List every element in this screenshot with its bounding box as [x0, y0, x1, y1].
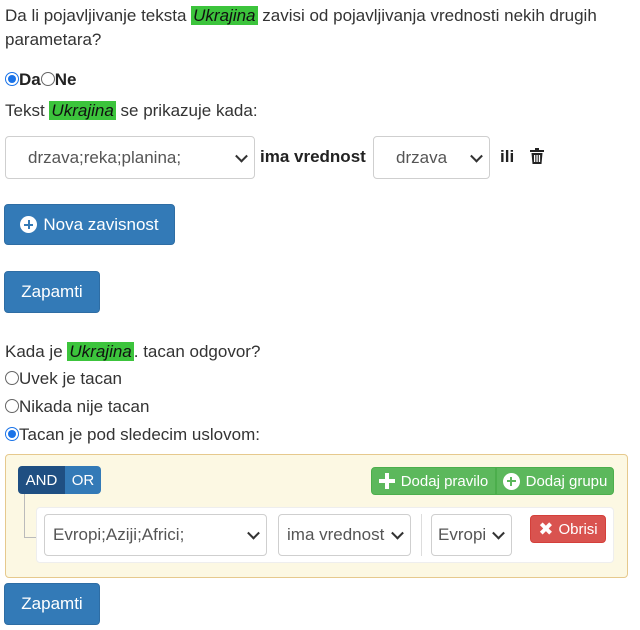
param-select[interactable]: drzava;reka;planina; [5, 136, 255, 179]
option-conditional[interactable]: Tacan je pod sledecim uslovom: [5, 423, 260, 447]
radio-da[interactable] [5, 72, 19, 86]
rule-value-select[interactable]: Evropi [431, 514, 512, 556]
save-button-label: Zapamti [21, 282, 83, 301]
trash-icon[interactable] [530, 148, 544, 164]
new-dependency-button[interactable]: Nova zavisnost [4, 204, 175, 245]
chevron-down-icon [247, 526, 260, 540]
save-button[interactable]: Zapamti [4, 271, 100, 313]
shown-when-suffix: se prikazuje kada: [120, 101, 258, 120]
value-select[interactable]: drzava [373, 136, 490, 179]
radio-da-label: Da [19, 70, 41, 89]
radio-always-true[interactable] [5, 371, 19, 385]
option-never-true[interactable]: Nikada nije tacan [5, 395, 149, 419]
delete-rule-label: Obrisi [558, 520, 598, 538]
question-intro: Da li pojavljivanje teksta [5, 6, 187, 25]
close-icon: ✖ [538, 518, 554, 539]
plus-circle-icon [502, 472, 520, 490]
save-button-conditions-label: Zapamti [21, 594, 83, 613]
rule-divider [421, 514, 422, 556]
plus-circle-icon [20, 216, 38, 233]
chevron-down-icon [235, 149, 248, 163]
question-rest: zavisi od pojavljivanja vrednosti nekih … [262, 6, 597, 25]
chevron-down-icon [391, 526, 404, 540]
has-value-label: ima vrednost [260, 147, 366, 166]
rule-field-value: Evropi;Aziji;Africi; [53, 525, 185, 544]
radio-ne[interactable] [40, 72, 55, 86]
correct-answer-prefix: Kada je [5, 342, 63, 361]
plus-icon [378, 473, 395, 489]
radio-conditional[interactable] [5, 427, 19, 441]
value-select-value: drzava [396, 147, 448, 167]
shown-when-prefix: Tekst [5, 101, 45, 120]
option-always-true[interactable]: Uvek je tacan [5, 367, 122, 391]
radio-never-true[interactable] [5, 399, 19, 413]
add-group-button[interactable]: Dodaj grupu [496, 467, 614, 495]
question-highlight: Ukrajina [191, 6, 258, 25]
or-label: ili [500, 147, 515, 166]
correct-answer-question: Kada je Ukrajina. tacan odgovor? [5, 340, 260, 364]
or-toggle[interactable]: OR [65, 466, 101, 494]
rule-operator-value: ima vrednost [287, 525, 385, 544]
add-rule-button[interactable]: Dodaj pravilo [371, 467, 496, 495]
delete-rule-button[interactable]: ✖ Obrisi [530, 515, 606, 543]
correct-answer-highlight: Ukrajina [67, 342, 134, 361]
and-toggle[interactable]: AND [18, 466, 65, 494]
option-conditional-label: Tacan je pod sledecim uslovom: [19, 425, 260, 444]
add-rule-label: Dodaj pravilo [400, 472, 489, 490]
radio-ne-label: Ne [54, 70, 77, 89]
shown-when-highlight: Ukrajina [49, 101, 116, 120]
shown-when-label: Tekst Ukrajina se prikazuje kada: [5, 99, 258, 123]
chevron-down-icon [492, 526, 505, 540]
rule-operator-select[interactable]: ima vrednost [278, 514, 411, 556]
option-never-true-label: Nikada nije tacan [19, 397, 150, 416]
rule-field-select[interactable]: Evropi;Aziji;Africi; [44, 514, 267, 556]
new-dependency-label: Nova zavisnost [43, 214, 159, 234]
question-line2: parametara? [5, 30, 102, 49]
dependency-question: Da li pojavljivanje teksta Ukrajina zavi… [5, 4, 597, 28]
add-group-label: Dodaj grupu [525, 472, 608, 490]
save-button-conditions[interactable]: Zapamti [4, 583, 100, 625]
option-always-true-label: Uvek je tacan [19, 369, 122, 388]
chevron-down-icon [470, 149, 483, 163]
dependency-radio-group: Da Ne [5, 68, 76, 92]
rule-value-value: Evropi [438, 525, 487, 544]
param-select-value: drzava;reka;planina; [28, 147, 182, 167]
correct-answer-suffix: . tacan odgovor? [133, 342, 261, 361]
